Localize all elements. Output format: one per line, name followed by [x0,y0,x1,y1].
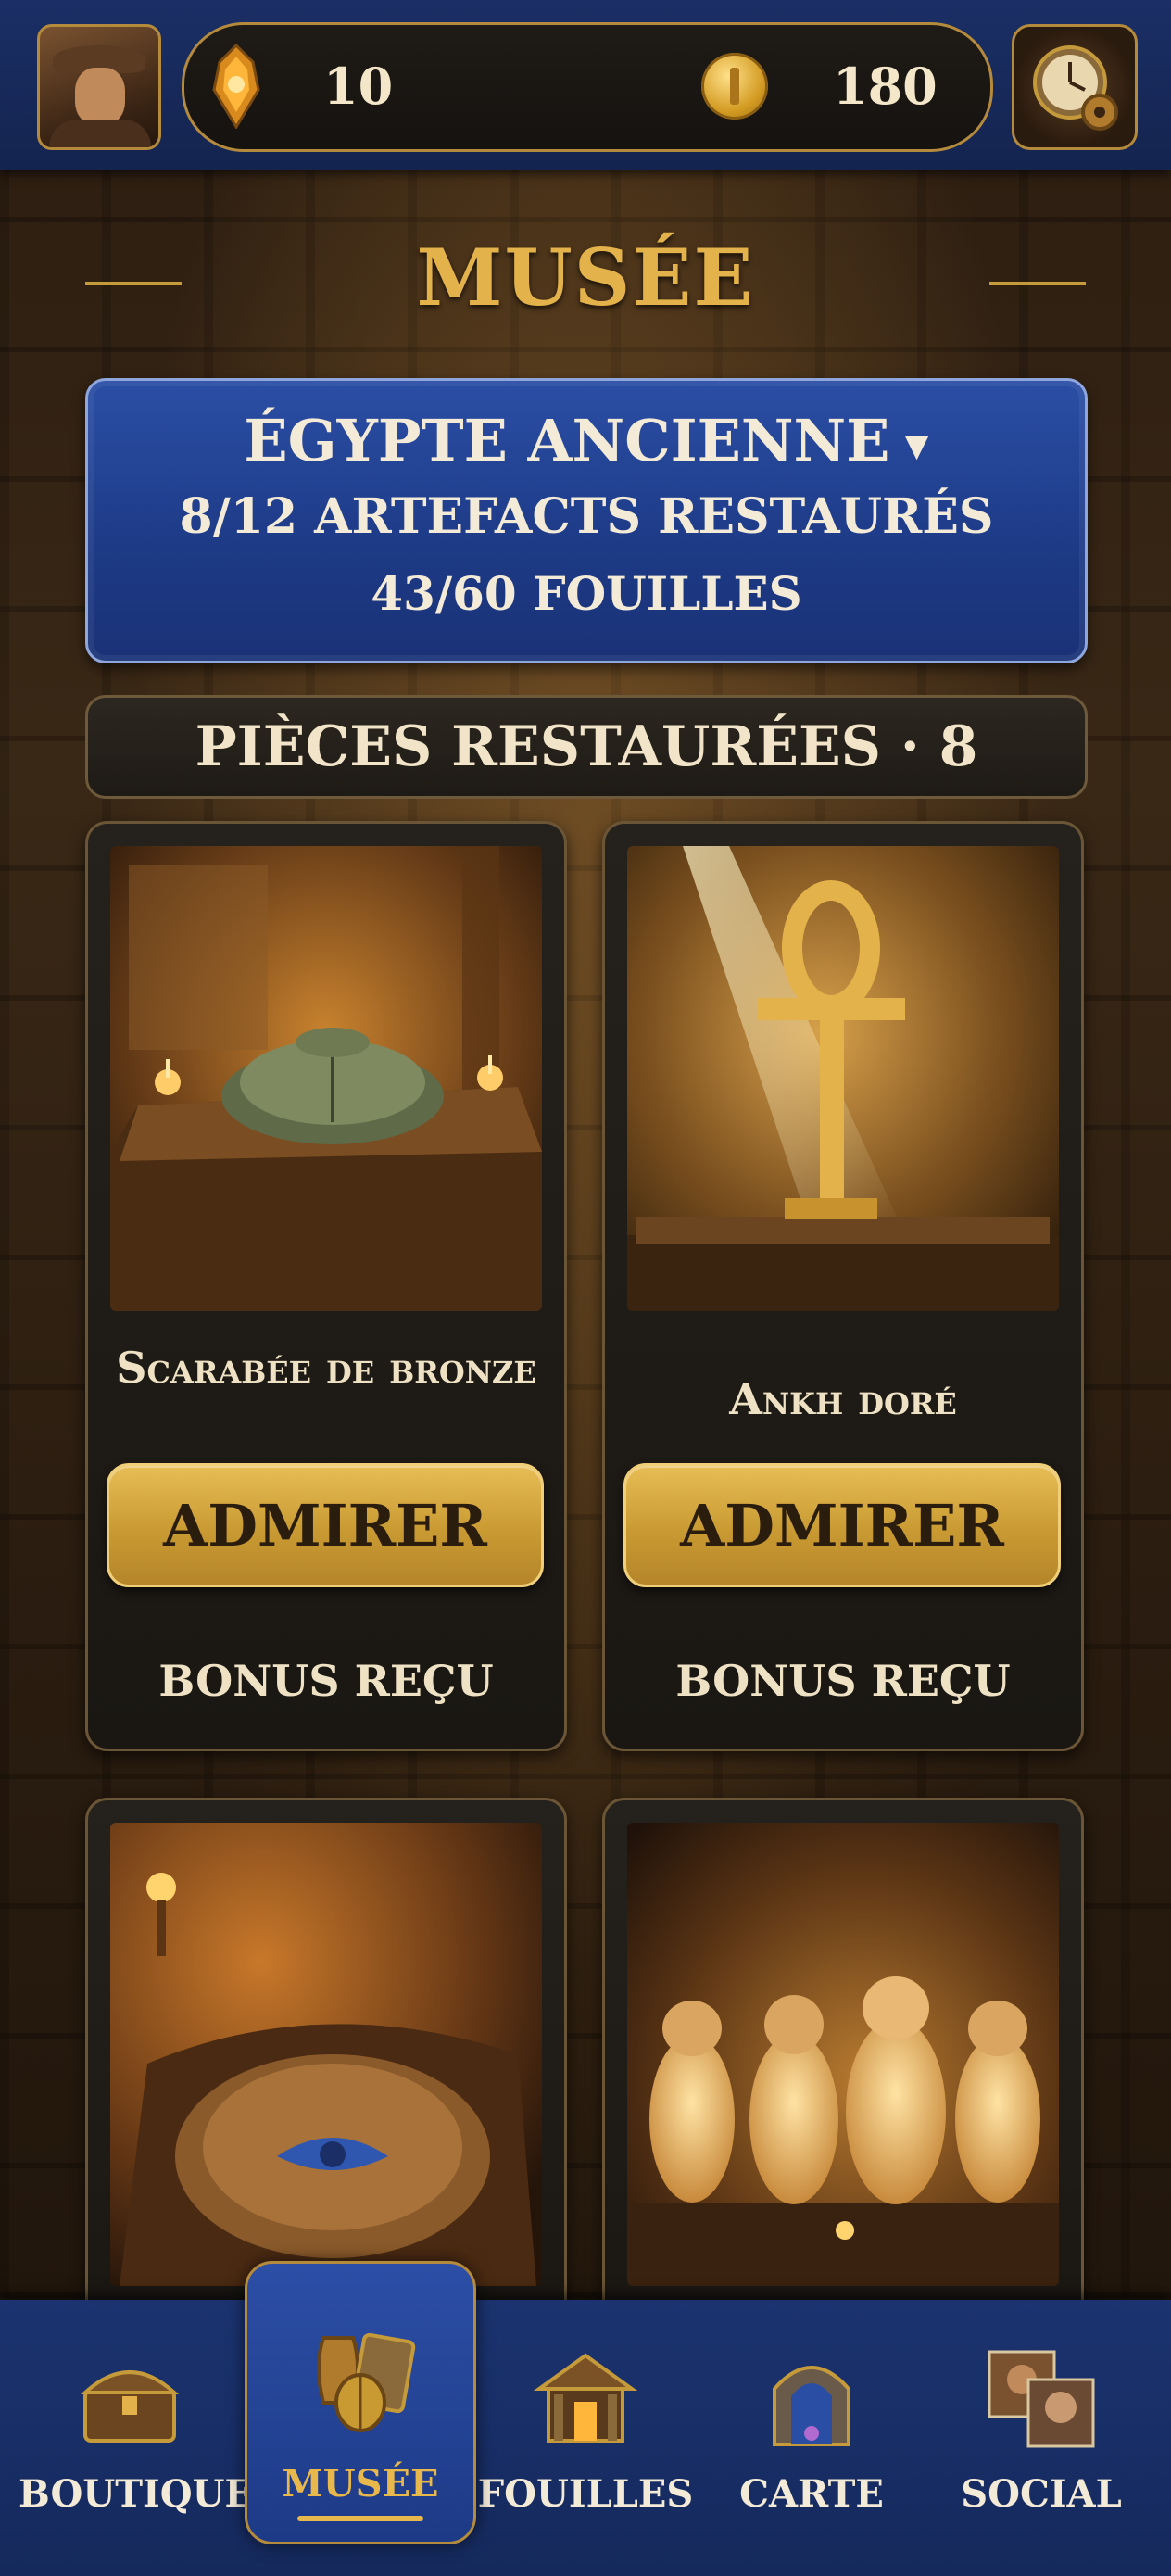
nav-label: MUSÉE [282,2462,439,2506]
coin-count: 180 [833,57,938,116]
nav-label: BOUTIQUE [19,2472,253,2516]
nav-label: SOCIAL [961,2472,1122,2516]
artifact-card-canopic-jars [602,1798,1084,2359]
player-avatar[interactable] [37,24,161,150]
nav-label: CARTE [739,2472,884,2516]
bonus-status: BONUS REÇU [158,1656,494,1706]
collection-selector[interactable]: ÉGYPTE ANCIENNE ▼ 8/12 ARTEFACTS RESTAURÉ… [85,378,1088,663]
clock-gear-icon [1033,45,1118,131]
settings-gear-button[interactable] [1012,24,1138,150]
temple-icon [533,2353,638,2443]
treasure-chest-icon [80,2370,180,2443]
avatar-face [75,68,125,125]
active-tab-indicator [297,2516,423,2521]
page-title: MUSÉE [416,232,755,323]
artifact-name: Scarabée de bronze [116,1343,536,1393]
nav-social[interactable]: SOCIAL [930,2300,1152,2576]
era-label: ÉGYPTE ANCIENNE [244,407,890,474]
bonus-status: BONUS REÇU [675,1656,1011,1706]
dropdown-arrow-icon: ▼ [904,427,929,464]
scarab-artwork [110,846,542,1311]
artifacts-icon [317,2332,416,2432]
admire-button[interactable]: ADMIRER [107,1463,544,1587]
currency-bar: 10 180 [182,22,993,152]
restored-pieces-header: PIÈCES RESTAURÉES · 8 [85,695,1088,799]
canopic-jars-artwork [627,1823,1059,2286]
nav-musee-active[interactable]: MUSÉE [245,2261,476,2544]
friends-portraits-icon [988,2350,1095,2448]
nav-fouilles[interactable]: FOUILLES [474,2300,697,2576]
nav-carte[interactable]: CARTE [700,2300,923,2576]
amber-gem-icon [210,43,262,130]
digs-progress: 43/60 FOUILLES [371,566,802,621]
era-title: ÉGYPTE ANCIENNE ▼ [88,407,1085,474]
nav-label: FOUILLES [477,2472,694,2516]
sarcophagus-artwork [110,1823,542,2286]
bottom-navigation: BOUTIQUE FOUILLES CARTE SOCIAL [0,2300,1171,2576]
gem-count: 10 [323,57,394,116]
admire-button[interactable]: ADMIRER [623,1463,1061,1587]
artifacts-progress: 8/12 ARTEFACTS RESTAURÉS [179,488,994,545]
nav-boutique[interactable]: BOUTIQUE [19,2300,253,2576]
artifact-name: Ankh doré [729,1374,957,1424]
ankh-artwork [627,846,1059,1311]
gold-coin-icon [701,53,768,120]
top-bar: 10 180 [0,0,1171,170]
avatar-body [49,120,151,147]
artifact-card-ankh: Ankh doré ADMIRER BONUS REÇU [602,821,1084,1751]
stone-portal-icon [773,2366,850,2446]
artifact-card-scarab: Scarabée de bronze ADMIRER BONUS REÇU [85,821,567,1751]
